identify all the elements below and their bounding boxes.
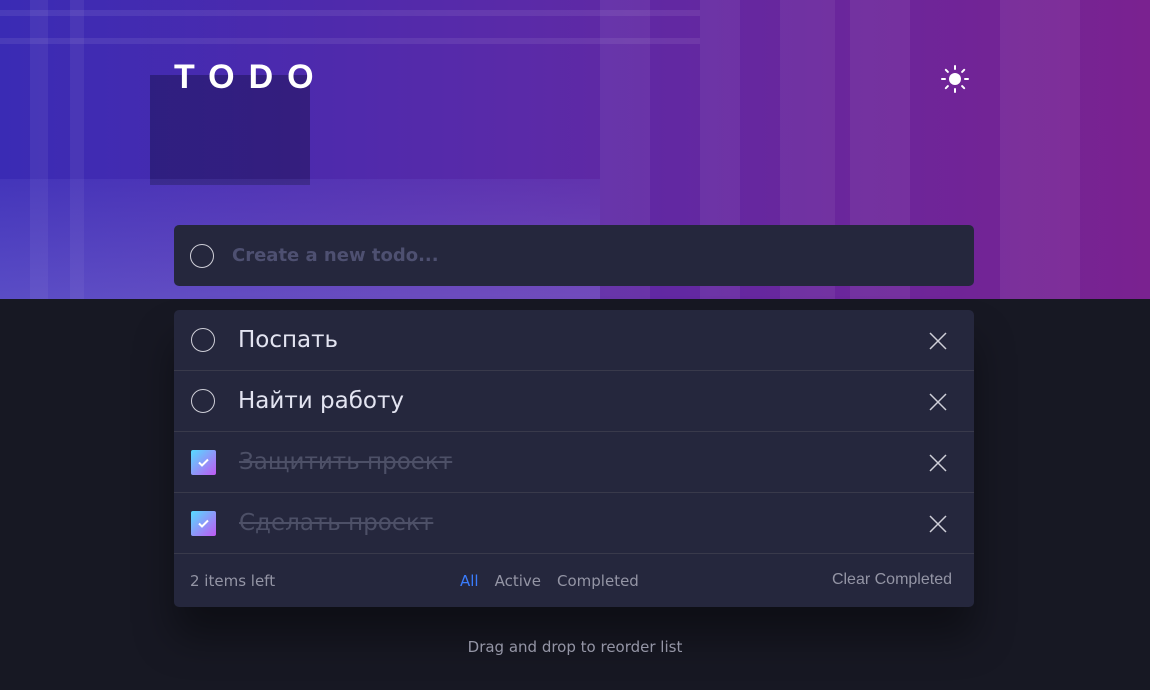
todo-item[interactable]: Найти работу <box>174 371 974 432</box>
close-icon[interactable] <box>928 392 948 412</box>
list-footer: 2 items left All Active Completed Clear … <box>174 554 974 606</box>
close-icon[interactable] <box>928 514 948 534</box>
filter-group: All Active Completed <box>460 572 639 590</box>
new-todo-circle-icon <box>190 243 214 268</box>
clear-completed-button[interactable]: Clear Completed <box>832 571 952 589</box>
todo-text: Найти работу <box>238 388 404 414</box>
todo-item[interactable]: Поспать <box>174 310 974 371</box>
todo-toggle-circle[interactable] <box>191 328 215 352</box>
todo-text: Сделать проект <box>239 510 434 536</box>
todo-list: Поспать Найти работу Защитить проект Сде… <box>174 310 974 607</box>
filter-active[interactable]: Active <box>495 572 541 590</box>
new-todo-input[interactable] <box>232 245 932 266</box>
todo-text: Защитить проект <box>239 449 453 475</box>
filter-completed[interactable]: Completed <box>557 572 639 590</box>
items-left-count: 2 items left <box>190 572 276 590</box>
todo-checked-checkbox[interactable] <box>191 510 216 536</box>
app-title: TODO <box>174 58 328 96</box>
todo-checked-checkbox[interactable] <box>191 449 216 475</box>
theme-toggle-button[interactable] <box>940 64 970 94</box>
new-todo-bar <box>174 225 974 286</box>
todo-toggle-circle[interactable] <box>191 389 215 413</box>
close-icon[interactable] <box>928 331 948 351</box>
reorder-hint: Drag and drop to reorder list <box>467 638 683 656</box>
todo-text: Поспать <box>238 327 339 353</box>
todo-item[interactable]: Защитить проект <box>174 432 974 493</box>
sun-icon[interactable] <box>940 64 970 94</box>
filter-all[interactable]: All <box>460 572 479 590</box>
close-icon[interactable] <box>928 453 948 473</box>
check-icon <box>198 458 209 467</box>
todo-item[interactable]: Сделать проект <box>174 493 974 554</box>
check-icon <box>198 519 209 528</box>
